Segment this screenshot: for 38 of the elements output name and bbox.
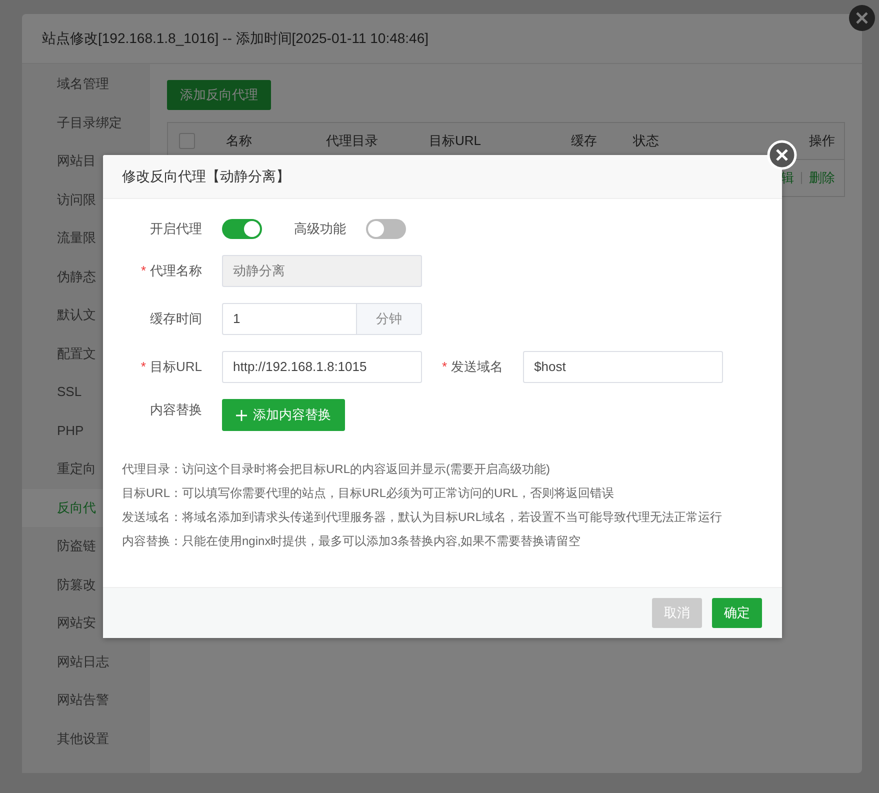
input-field[interactable]: 1 分钟	[222, 303, 422, 335]
input-field[interactable]: $host	[523, 351, 724, 383]
sidebar-item[interactable]: 子目录绑定	[22, 104, 150, 142]
sidebar-item[interactable]: 网站日志	[22, 642, 150, 681]
field-label: 缓存时间	[149, 310, 202, 328]
sidebar-item[interactable]: 其他设置	[22, 720, 150, 758]
column-header: 目标URL	[429, 132, 482, 150]
dialog-title: 修改反向代理【动静分离】	[103, 155, 782, 199]
select-all-checkbox[interactable]	[179, 133, 195, 149]
required-mark: *	[140, 263, 146, 278]
unit-label: 分钟	[356, 304, 421, 334]
add-proxy-button[interactable]: 添加反向代理	[167, 80, 271, 110]
input-field[interactable]: http://192.168.1.8:1015	[222, 351, 422, 383]
field-label: * 代理名称	[140, 262, 202, 280]
plus-icon	[236, 410, 247, 420]
field-label: 开启代理	[149, 220, 202, 238]
toggle-switch[interactable]	[366, 219, 406, 239]
field-label: 内容替换	[149, 401, 202, 419]
required-mark: *	[442, 359, 448, 374]
sidebar-item[interactable]: 网站告警	[22, 681, 150, 720]
add-replace-button[interactable]: 添加内容替换	[222, 399, 345, 431]
action-link[interactable]: 删除	[809, 169, 835, 187]
action-link[interactable]: 辑	[781, 169, 794, 187]
sidebar-item[interactable]: 域名管理	[22, 65, 150, 104]
field-label: 高级功能	[294, 220, 346, 238]
column-header: 代理目录	[326, 132, 378, 150]
column-header: 名称	[226, 132, 252, 150]
help-text: 内容替换：只能在使用nginx时提供，最多可以添加3条替换内容,如果不需要替换请留空	[122, 533, 582, 550]
column-header: 状态	[633, 132, 660, 150]
field-label: * 发送域名	[442, 358, 504, 376]
toggle-switch[interactable]	[222, 219, 262, 239]
help-text: 代理目录：访问这个目录时将会把目标URL的内容返回并显示(需要开启高级功能)	[122, 461, 551, 478]
required-mark: *	[140, 359, 146, 374]
confirm-button[interactable]: 确定	[712, 598, 762, 628]
column-header: 操作	[809, 132, 835, 150]
column-header: 缓存	[571, 132, 598, 150]
field-label: * 目标URL	[140, 358, 202, 376]
close-icon[interactable]	[849, 5, 875, 31]
